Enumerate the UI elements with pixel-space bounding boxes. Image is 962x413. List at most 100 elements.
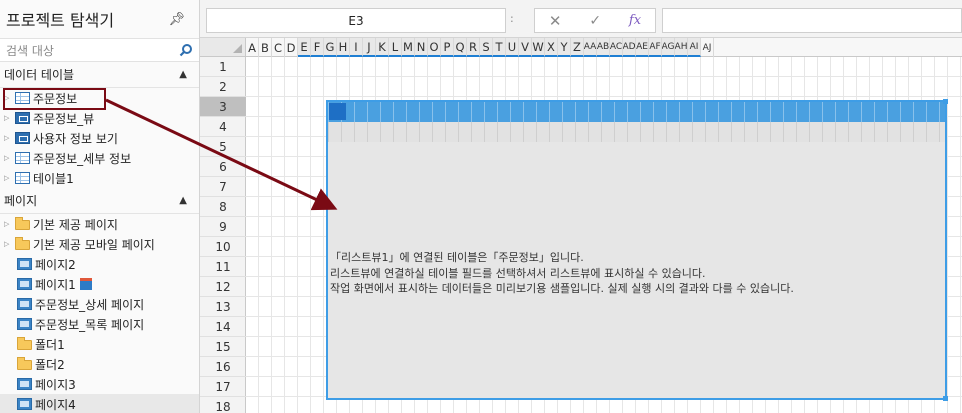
row-header[interactable]: 7 (200, 177, 246, 197)
resize-handle[interactable] (943, 99, 948, 104)
column-header[interactable]: AJ (701, 38, 714, 57)
tree-item[interactable]: ▷ 주문정보_뷰 (0, 108, 199, 128)
column-header[interactable]: R (467, 38, 480, 57)
collapse-caret-icon[interactable]: ▲ (179, 69, 187, 80)
row-header[interactable]: 18 (200, 397, 246, 413)
column-header[interactable]: U (506, 38, 519, 57)
tree-item[interactable]: ▷ 주문정보_세부 정보 (0, 148, 199, 168)
tree-item[interactable]: ▷ 기본 제공 페이지 (0, 214, 199, 234)
column-header[interactable]: AF (649, 38, 662, 57)
row-header[interactable]: 17 (200, 377, 246, 397)
expand-arrow-icon[interactable]: ▷ (4, 174, 15, 182)
column-header[interactable]: P (441, 38, 454, 57)
column-header[interactable]: X (545, 38, 558, 57)
confirm-icon[interactable]: ✓ (589, 13, 601, 29)
function-icon[interactable]: fx (629, 13, 641, 28)
column-header[interactable]: G (324, 38, 337, 57)
tree-item-label: 주문정보_세부 정보 (33, 151, 132, 166)
column-header[interactable]: M (402, 38, 415, 57)
column-header[interactable]: V (519, 38, 532, 57)
page-icon (17, 378, 32, 390)
data-tables-section-header[interactable]: 데이터 테이블 ▲ (0, 62, 199, 88)
expand-arrow-icon[interactable]: ▷ (4, 134, 15, 142)
column-header[interactable]: B (259, 38, 272, 57)
tree-item[interactable]: 페이지3 (0, 374, 199, 394)
row-header[interactable]: 5 (200, 137, 246, 157)
column-header[interactable]: S (480, 38, 493, 57)
row-header[interactable]: 15 (200, 337, 246, 357)
name-box[interactable]: E3 (206, 8, 506, 33)
search-icon[interactable] (179, 43, 193, 57)
column-header[interactable]: E (298, 38, 311, 57)
resize-handle[interactable] (943, 396, 948, 401)
column-header[interactable]: A (246, 38, 259, 57)
listview-subrow[interactable] (328, 122, 945, 142)
expand-arrow-icon[interactable]: ▷ (4, 94, 15, 102)
column-header[interactable]: T (493, 38, 506, 57)
row-header[interactable]: 12 (200, 277, 246, 297)
tree-item[interactable]: 주문정보_목록 페이지 (0, 314, 199, 334)
expand-arrow-icon[interactable]: ▷ (4, 114, 15, 122)
tree-item[interactable]: ▷ 기본 제공 모바일 페이지 (0, 234, 199, 254)
cancel-icon[interactable]: ✕ (549, 12, 562, 30)
column-header[interactable]: AH (675, 38, 688, 57)
column-header[interactable]: AA (584, 38, 597, 57)
active-cell[interactable] (329, 103, 346, 120)
tree-item[interactable]: 페이지1 (0, 274, 199, 294)
tree-item[interactable]: 주문정보_상세 페이지 (0, 294, 199, 314)
column-header[interactable]: J (363, 38, 376, 57)
row-header[interactable]: 2 (200, 77, 246, 97)
tree-item-label: 페이지1 (35, 277, 76, 292)
collapse-caret-icon[interactable]: ▲ (179, 195, 187, 206)
column-header[interactable]: I (350, 38, 363, 57)
column-header[interactable]: AE (636, 38, 649, 57)
column-header[interactable]: Z (571, 38, 584, 57)
search-box[interactable]: 검색 대상 (0, 38, 199, 62)
column-header[interactable]: Q (454, 38, 467, 57)
row-header[interactable]: 3 (200, 97, 246, 117)
column-header[interactable]: AD (623, 38, 636, 57)
row-header[interactable]: 10 (200, 237, 246, 257)
pin-icon[interactable]: 📌︎ (168, 12, 185, 27)
row-header[interactable]: 11 (200, 257, 246, 277)
tree-item[interactable]: 페이지4 (0, 394, 199, 413)
listview-header-row[interactable] (328, 102, 945, 122)
column-header[interactable]: C (272, 38, 285, 57)
row-header[interactable]: 4 (200, 117, 246, 137)
column-header[interactable]: AB (597, 38, 610, 57)
formula-input[interactable] (662, 8, 962, 33)
tree-item[interactable]: ▷ 사용자 정보 보기 (0, 128, 199, 148)
column-header[interactable]: K (376, 38, 389, 57)
column-header[interactable]: H (337, 38, 350, 57)
tree-item[interactable]: ▷ 주문정보 (0, 88, 199, 108)
select-all-corner[interactable] (200, 38, 246, 57)
row-header[interactable]: 13 (200, 297, 246, 317)
row-header[interactable]: 8 (200, 197, 246, 217)
column-header[interactable]: Y (558, 38, 571, 57)
column-header[interactable]: O (428, 38, 441, 57)
row-header[interactable]: 1 (200, 57, 246, 77)
row-header[interactable]: 16 (200, 357, 246, 377)
tree-item[interactable]: 폴더1 (0, 334, 199, 354)
expand-arrow-icon[interactable]: ▷ (4, 220, 15, 228)
column-header[interactable]: AC (610, 38, 623, 57)
column-header[interactable]: N (415, 38, 428, 57)
column-header[interactable]: D (285, 38, 298, 57)
column-header[interactable]: W (532, 38, 545, 57)
column-header[interactable]: F (311, 38, 324, 57)
row-header[interactable]: 14 (200, 317, 246, 337)
tree-item[interactable]: ▷ 테이블1 (0, 168, 199, 188)
column-header[interactable]: AI (688, 38, 701, 57)
pages-section-header[interactable]: 페이지 ▲ (0, 188, 199, 214)
row-header[interactable]: 6 (200, 157, 246, 177)
tree-item[interactable]: 폴더2 (0, 354, 199, 374)
listview-control[interactable]: 「리스트뷰1」에 연결된 테이블은「주문정보」입니다. 리스트뷰에 연결하실 테이… (326, 99, 948, 401)
page-icon (17, 298, 32, 310)
column-header[interactable]: L (389, 38, 402, 57)
expand-arrow-icon[interactable]: ▷ (4, 154, 15, 162)
page-icon (17, 278, 32, 290)
column-header[interactable]: AG (662, 38, 675, 57)
tree-item[interactable]: 페이지2 (0, 254, 199, 274)
expand-arrow-icon[interactable]: ▷ (4, 240, 15, 248)
row-header[interactable]: 9 (200, 217, 246, 237)
